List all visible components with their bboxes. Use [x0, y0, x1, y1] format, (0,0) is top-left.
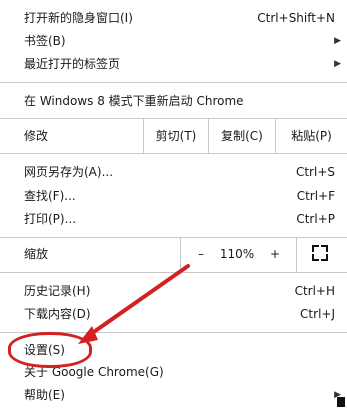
mouse-cursor-icon	[337, 397, 345, 407]
highlight-ellipse	[8, 332, 92, 368]
